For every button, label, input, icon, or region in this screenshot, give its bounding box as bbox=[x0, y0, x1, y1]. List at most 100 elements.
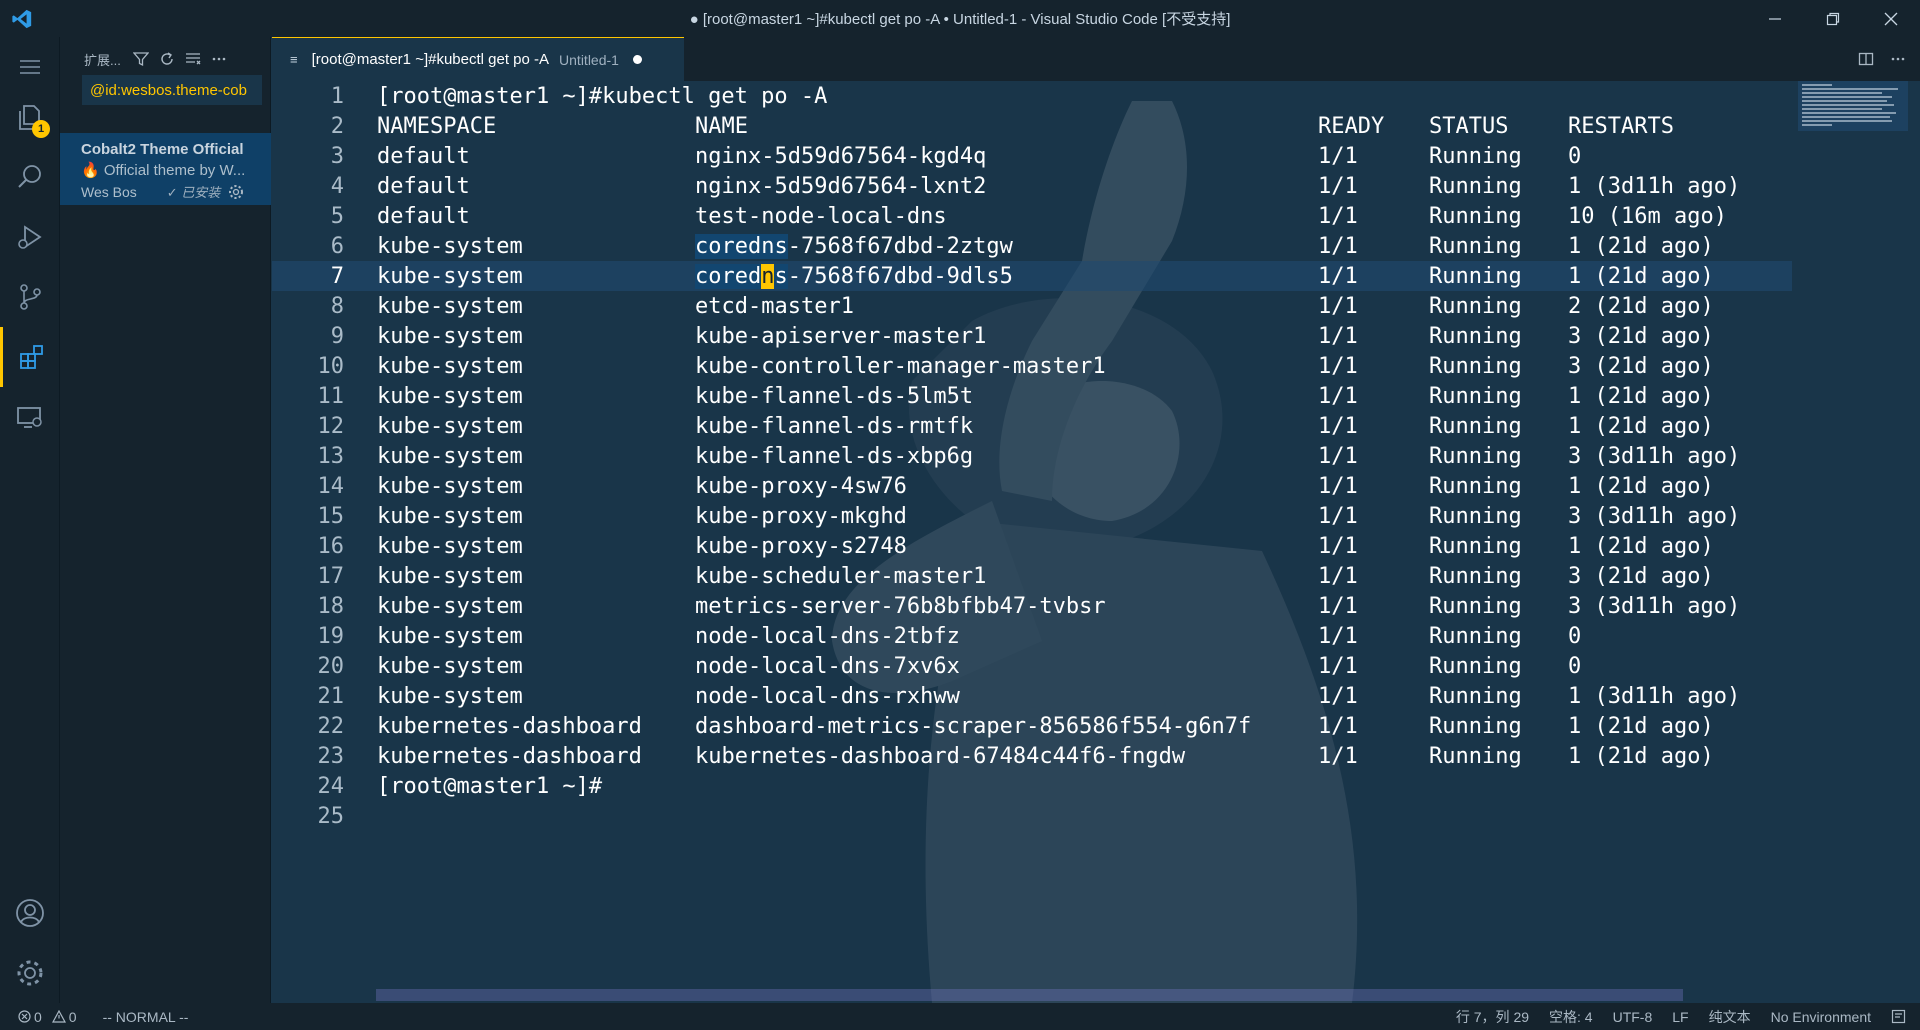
problems-indicator[interactable]: 0 0 bbox=[18, 1009, 83, 1025]
pod-namespace: kube-system bbox=[377, 473, 523, 499]
tab-untitled-1[interactable]: ≡ [root@master1 ~]#kubectl get po -A Unt… bbox=[272, 37, 684, 81]
pod-row: 17 kube-system kube-scheduler-master1 1/1 Ru… bbox=[272, 561, 1792, 591]
pod-restarts: 0 bbox=[1568, 143, 1582, 169]
pod-name: nginx-5d59d67564-kgd4q bbox=[695, 143, 987, 169]
split-editor-icon[interactable] bbox=[1858, 51, 1874, 67]
minimize-icon[interactable] bbox=[1746, 0, 1804, 37]
pod-row: 12 kube-system kube-flannel-ds-rmtfk 1/1 Run… bbox=[272, 411, 1792, 441]
pod-ready: 1/1 bbox=[1318, 413, 1358, 439]
header-ready: READY bbox=[1318, 113, 1385, 139]
encoding[interactable]: UTF-8 bbox=[1613, 1009, 1653, 1025]
status-right: 行 7，列 29 空格: 4 UTF-8 LF 纯文本 No Environme… bbox=[1436, 1003, 1906, 1030]
pod-name: kube-scheduler-master1 bbox=[695, 563, 987, 589]
restore-icon[interactable] bbox=[1804, 0, 1862, 37]
prompt-line: [root@master1 ~]# bbox=[377, 773, 603, 799]
remote-explorer-icon[interactable] bbox=[0, 387, 60, 447]
settings-gear-icon[interactable] bbox=[0, 943, 60, 1003]
header-status: STATUS bbox=[1429, 113, 1509, 139]
pod-restarts: 3 (3d11h ago) bbox=[1568, 443, 1741, 469]
pod-row: 13 kube-system kube-flannel-ds-xbp6g 1/1 Run… bbox=[272, 441, 1792, 471]
line-number: 20 bbox=[317, 653, 345, 679]
pod-restarts: 3 (21d ago) bbox=[1568, 563, 1714, 589]
accounts-icon[interactable] bbox=[0, 883, 60, 943]
pod-name: nginx-5d59d67564-lxnt2 bbox=[695, 173, 987, 199]
extension-name: Cobalt2 Theme Official bbox=[81, 141, 244, 158]
pod-ready: 1/1 bbox=[1318, 473, 1358, 499]
pod-row: 14 kube-system kube-proxy-4sw76 1/1 Running 1… bbox=[272, 471, 1792, 501]
pod-restarts: 3 (21d ago) bbox=[1568, 323, 1714, 349]
end-of-line[interactable]: LF bbox=[1672, 1009, 1688, 1025]
pod-row: 6 kube-system coredns-7568f67dbd-2ztgw 1/1 R… bbox=[272, 231, 1792, 261]
extension-meta: Wes Bos ✓ 已安装 bbox=[81, 182, 271, 201]
warning-icon bbox=[51, 1010, 66, 1023]
pod-ready: 1/1 bbox=[1318, 353, 1358, 379]
clear-list-icon[interactable] bbox=[185, 51, 201, 67]
pod-ready: 1/1 bbox=[1318, 143, 1358, 169]
manage-gear-icon[interactable] bbox=[228, 184, 244, 200]
pod-restarts: 10 (16m ago) bbox=[1568, 203, 1727, 229]
line-number: 16 bbox=[317, 533, 345, 559]
cursor-position[interactable]: 行 7，列 29 bbox=[1456, 1007, 1529, 1027]
unsaved-dot-icon[interactable] bbox=[632, 55, 642, 64]
pod-namespace: kube-system bbox=[377, 413, 523, 439]
source-control-icon[interactable] bbox=[0, 267, 60, 327]
word-highlight: s bbox=[774, 263, 788, 289]
run-debug-icon[interactable] bbox=[0, 207, 60, 267]
pod-restarts: 1 (21d ago) bbox=[1568, 413, 1714, 439]
pod-name: kube-controller-manager-master1 bbox=[695, 353, 1106, 379]
language-mode[interactable]: 纯文本 bbox=[1709, 1007, 1751, 1027]
refresh-icon[interactable] bbox=[159, 51, 175, 67]
indentation[interactable]: 空格: 4 bbox=[1549, 1007, 1593, 1027]
more-actions-icon[interactable] bbox=[211, 51, 227, 67]
pod-name: kube-proxy-4sw76 bbox=[695, 473, 907, 499]
extension-list-item[interactable]: Cobalt2 Theme Official 🔥 Official theme … bbox=[60, 133, 271, 205]
pod-ready: 1/1 bbox=[1318, 233, 1358, 259]
pod-restarts: 3 (3d11h ago) bbox=[1568, 503, 1741, 529]
pod-row: 3 default nginx-5d59d67564-kgd4q 1/1 Running… bbox=[272, 141, 1792, 171]
editor-area[interactable]: 1 [root@master1 ~]#kubectl get po -A 2 N… bbox=[272, 81, 1920, 1003]
pod-ready: 1/1 bbox=[1318, 563, 1358, 589]
pod-status: Running bbox=[1429, 683, 1522, 709]
line-number: 13 bbox=[317, 443, 345, 469]
code-line-header: 2 NAMESPACE NAME READY STATUS RESTARTS bbox=[272, 111, 1792, 141]
pod-namespace: kube-system bbox=[377, 533, 523, 559]
word-highlight: coredns bbox=[695, 233, 788, 259]
minimap[interactable] bbox=[1798, 81, 1908, 131]
pod-row: 22 kubernetes-dashboard dashboard-metrics-… bbox=[272, 711, 1792, 741]
pod-name: kube-proxy-s2748 bbox=[695, 533, 907, 559]
pod-ready: 1/1 bbox=[1318, 263, 1358, 289]
header-namespace: NAMESPACE bbox=[377, 113, 497, 139]
pod-name: dashboard-metrics-scraper-856586f554-g6n… bbox=[695, 713, 1252, 739]
close-icon[interactable] bbox=[1862, 0, 1920, 37]
title-bar: ● [root@master1 ~]#kubectl get po -A • U… bbox=[0, 0, 1920, 37]
pod-status: Running bbox=[1429, 143, 1522, 169]
pod-status: Running bbox=[1429, 563, 1522, 589]
feedback-icon[interactable] bbox=[1891, 1009, 1906, 1024]
environment[interactable]: No Environment bbox=[1771, 1009, 1871, 1025]
pod-status: Running bbox=[1429, 233, 1522, 259]
search-icon[interactable] bbox=[0, 147, 60, 207]
tab-description: Untitled-1 bbox=[559, 51, 619, 68]
pod-name: kube-flannel-ds-xbp6g bbox=[695, 443, 974, 469]
pod-row: 8 kube-system etcd-master1 1/1 Running 2 (21d… bbox=[272, 291, 1792, 321]
extensions-search-input[interactable]: @id:wesbos.theme-cob bbox=[82, 75, 262, 105]
code-line: 1 [root@master1 ~]#kubectl get po -A bbox=[272, 81, 1792, 111]
installed-label: ✓ 已安装 bbox=[166, 185, 221, 200]
pod-status: Running bbox=[1429, 443, 1522, 469]
pod-restarts: 1 (21d ago) bbox=[1568, 233, 1714, 259]
vscode-logo-icon[interactable] bbox=[0, 0, 44, 37]
extensions-icon[interactable] bbox=[0, 327, 60, 387]
pod-ready: 1/1 bbox=[1318, 533, 1358, 559]
tab-label: [root@master1 ~]#kubectl get po -A bbox=[311, 51, 550, 68]
pod-ready: 1/1 bbox=[1318, 623, 1358, 649]
filter-icon[interactable] bbox=[132, 51, 149, 67]
line-number: 11 bbox=[317, 383, 345, 409]
line-number: 19 bbox=[317, 623, 345, 649]
pod-name: etcd-master1 bbox=[695, 293, 854, 319]
explorer-icon[interactable]: 1 bbox=[0, 87, 60, 147]
pod-ready: 1/1 bbox=[1318, 713, 1358, 739]
more-editor-actions-icon[interactable] bbox=[1890, 51, 1906, 67]
pod-status: Running bbox=[1429, 293, 1522, 319]
horizontal-scrollbar[interactable] bbox=[376, 989, 1683, 1001]
line-number: 17 bbox=[317, 563, 345, 589]
